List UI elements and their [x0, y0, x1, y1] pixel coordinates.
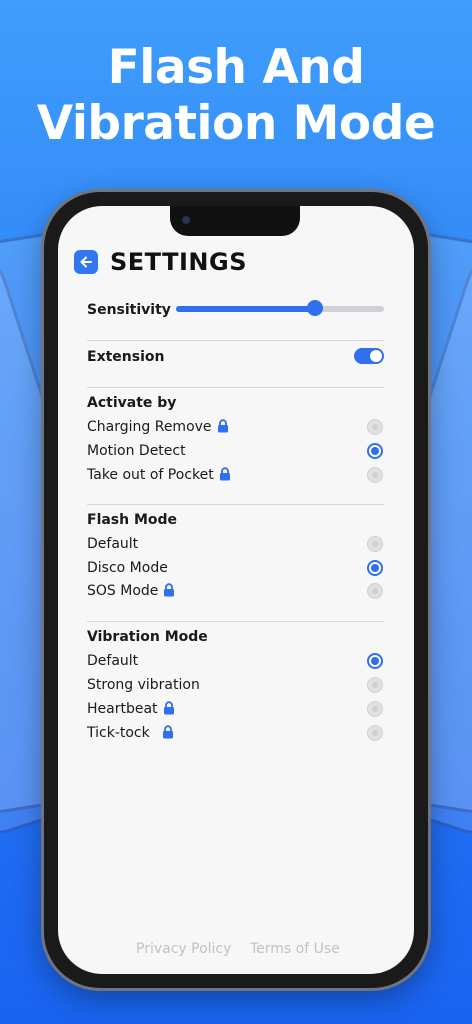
- divider: [87, 387, 384, 388]
- divider: [87, 340, 384, 341]
- headline-line-2: Vibration Mode: [36, 96, 436, 151]
- page-title: SETTINGS: [110, 248, 247, 276]
- sensitivity-slider[interactable]: [176, 300, 384, 316]
- radio-disco-mode[interactable]: [367, 560, 383, 576]
- option-label: Take out of Pocket: [87, 467, 214, 483]
- option-vibration-default[interactable]: Default: [87, 653, 138, 669]
- toggle-knob: [370, 350, 382, 362]
- option-sos-mode[interactable]: SOS Mode: [87, 583, 175, 599]
- option-flash-default[interactable]: Default: [87, 536, 138, 552]
- phone-notch: [170, 206, 300, 236]
- vibration-mode-heading: Vibration Mode: [87, 629, 208, 645]
- terms-of-use-link[interactable]: Terms of Use: [250, 941, 340, 957]
- radio-strong-vibration[interactable]: [367, 677, 383, 693]
- option-label: SOS Mode: [87, 583, 159, 599]
- radio-motion-detect[interactable]: [367, 443, 383, 459]
- option-label: Motion Detect: [87, 443, 186, 459]
- option-heartbeat[interactable]: Heartbeat: [87, 701, 175, 717]
- option-label: Heartbeat: [87, 701, 158, 717]
- option-label: Tick-tock: [87, 725, 150, 741]
- option-label: Disco Mode: [87, 560, 168, 576]
- radio-sos-mode[interactable]: [367, 583, 383, 599]
- option-label: Default: [87, 653, 139, 669]
- radio-take-out-of-pocket[interactable]: [367, 467, 383, 483]
- option-strong-vibration[interactable]: Strong vibration: [87, 677, 200, 693]
- divider: [87, 621, 384, 622]
- slider-fill: [176, 306, 316, 312]
- sensitivity-label: Sensitivity: [87, 302, 171, 318]
- promo-headline: Flash And Vibration Mode: [0, 40, 472, 152]
- option-motion-detect[interactable]: Motion Detect: [87, 443, 186, 459]
- option-label: Strong vibration: [87, 677, 200, 693]
- back-button[interactable]: [74, 250, 98, 274]
- radio-flash-default[interactable]: [367, 536, 383, 552]
- lock-icon: [217, 419, 228, 433]
- settings-header: SETTINGS: [74, 248, 247, 276]
- slider-thumb[interactable]: [307, 300, 324, 316]
- privacy-policy-link[interactable]: Privacy Policy: [136, 941, 231, 957]
- option-tick-tock[interactable]: Tick-tock: [87, 725, 174, 741]
- radio-vibration-default[interactable]: [367, 653, 383, 669]
- radio-charging-remove[interactable]: [367, 419, 383, 435]
- arrow-left-icon: [80, 256, 92, 268]
- camera-icon: [182, 216, 190, 224]
- lock-icon: [162, 725, 173, 739]
- lock-icon: [219, 467, 230, 481]
- radio-heartbeat[interactable]: [367, 701, 383, 717]
- lock-icon: [163, 701, 174, 715]
- radio-tick-tock[interactable]: [367, 725, 383, 741]
- headline-line-1: Flash And: [107, 40, 365, 95]
- divider: [87, 504, 384, 505]
- option-disco-mode[interactable]: Disco Mode: [87, 560, 168, 576]
- lock-icon: [164, 583, 175, 597]
- extension-toggle[interactable]: [354, 348, 384, 364]
- flash-mode-heading: Flash Mode: [87, 512, 178, 528]
- activate-by-heading: Activate by: [87, 395, 177, 411]
- option-label: Default: [87, 536, 139, 552]
- option-label: Charging Remove: [87, 419, 212, 435]
- extension-label: Extension: [87, 349, 165, 365]
- phone-frame: SETTINGS Sensitivity Extension Activate …: [44, 192, 428, 988]
- option-charging-remove[interactable]: Charging Remove: [87, 419, 229, 435]
- settings-screen: SETTINGS Sensitivity Extension Activate …: [58, 206, 414, 974]
- option-take-out-of-pocket[interactable]: Take out of Pocket: [87, 467, 231, 483]
